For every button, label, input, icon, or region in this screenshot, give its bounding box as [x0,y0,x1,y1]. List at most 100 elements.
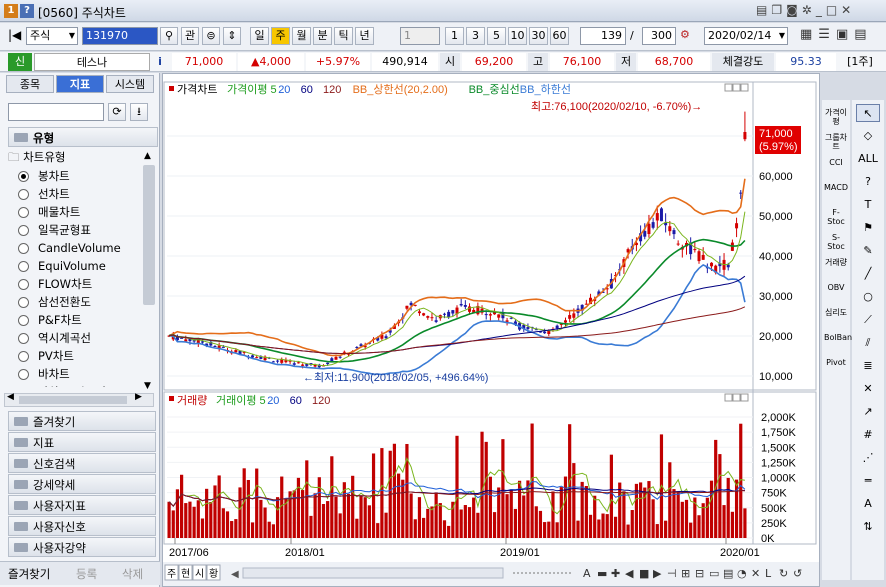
copy-icon[interactable]: ❐ [771,3,786,17]
indicator-group[interactable]: 강세약세 [8,474,156,494]
chart-tool-icon[interactable]: ▭ [709,567,719,580]
price-legend-item[interactable]: 가격차트 [177,83,217,96]
period-tab-5[interactable]: 년 [355,27,374,45]
download-icon[interactable]: ⭳ [130,103,148,121]
gear-icon[interactable]: ✲ [802,3,816,17]
radio-button[interactable] [18,261,29,272]
auto-icon[interactable]: A [856,495,880,513]
indicator-shortcut[interactable]: Pivot [824,358,848,367]
period-tab-2[interactable]: 월 [292,27,311,45]
chart-area[interactable]: 70,00060,00050,00040,00030,00020,00010,0… [162,73,820,587]
info-icon[interactable]: i [152,53,168,71]
radio-button[interactable] [18,369,29,380]
pencil-icon[interactable]: ✎ [856,242,880,260]
chart-tool-icon[interactable]: ▶ [653,567,662,580]
grid-icon[interactable]: # [856,426,880,444]
scroll-down-icon[interactable]: ▼ [144,381,151,391]
chart-tool-icon[interactable]: ▤ [723,567,733,580]
price-legend-item[interactable]: BB_중심선 [469,83,520,96]
close-icon[interactable]: ✕ [841,3,855,17]
circle-icon[interactable]: ○ [856,288,880,306]
period-tab-1[interactable]: 주 [271,27,290,45]
delete-button[interactable]: 삭제 [122,566,143,582]
radio-button[interactable] [18,279,29,290]
camera-icon[interactable]: ◙ [786,3,802,17]
quick-count-button[interactable]: 3 [466,27,485,45]
volume-panel-maximize-icon[interactable] [732,393,741,402]
chart-tool-icon[interactable]: ↻ [779,567,788,580]
scroll-left-icon[interactable]: ◀ [231,569,239,580]
price-legend-item[interactable]: BB_하한선 [520,82,571,96]
print-icon[interactable]: ▦ [800,27,818,42]
volume-panel-restore-icon[interactable] [724,393,733,402]
bottom-button-label[interactable]: 황 [209,568,218,580]
indicator-shortcut[interactable]: 가격이평 [824,108,848,126]
radio-button[interactable] [18,351,29,362]
chart-tool-icon[interactable]: L [765,567,772,580]
chart-tool-icon[interactable]: ⊟ [695,567,704,580]
volume-legend-item[interactable]: 120 [312,395,330,407]
help-icon[interactable]: ? [856,173,880,191]
clipboard-icon[interactable]: ▤ [756,3,771,17]
chart-tool-icon[interactable]: ⊣ [667,567,677,580]
first-icon[interactable]: |◀ [8,28,21,42]
chart-scrollbar[interactable] [242,567,504,579]
radio-button[interactable] [18,315,29,326]
volume-panel-close-icon[interactable] [740,393,749,402]
radio-button[interactable] [18,297,29,308]
settings-icon[interactable]: ⚙ [680,28,690,41]
price-panel-close-icon[interactable] [740,83,749,92]
horizontal-scrollbar[interactable]: ◀ ▶ [4,392,154,407]
tab-stocks[interactable]: 종목 [6,75,54,93]
scroll-up-icon[interactable]: ▲ [144,151,151,161]
register-button[interactable]: 등록 [76,566,97,582]
link-icon[interactable]: ⊜ [202,27,220,45]
chart-tool-icon[interactable]: ◔ [737,567,747,580]
quick-count-button[interactable]: 5 [487,27,506,45]
bottom-button-label[interactable]: 주 [167,569,176,580]
all-icon[interactable]: ALL [856,150,880,168]
indicator-shortcut[interactable]: BolBand [824,333,857,342]
volume-legend-item[interactable]: 거래이평 5 [216,394,266,407]
indicator-group[interactable]: 사용자신호 [8,516,156,536]
scroll-icon[interactable]: ⇅ [856,518,880,536]
price-legend-item[interactable]: 120 [323,84,341,96]
hline-icon[interactable]: ═ [856,472,880,490]
scroll-right-icon[interactable]: ▶ [135,392,142,402]
fib-icon[interactable]: ≣ [856,357,880,375]
price-panel-restore-icon[interactable] [724,83,733,92]
scroll-left-icon[interactable]: ◀ [7,392,14,402]
market-select[interactable]: 주식 ▼ [26,27,78,45]
indicator-shortcut[interactable]: MACD [824,183,848,192]
indicator-group[interactable]: 즐겨찾기 [8,411,156,431]
save-icon[interactable]: ▣ [836,27,854,42]
quick-count-button[interactable]: 10 [508,27,527,45]
line-icon[interactable]: ╱ [856,265,880,283]
volume-legend-item[interactable]: 60 [290,395,302,407]
indicator-shortcut[interactable]: F-Stoc [824,208,848,226]
radio-button[interactable] [18,333,29,344]
chart-tool-icon[interactable]: A [583,567,591,580]
radio-button[interactable] [18,171,29,182]
eraser-icon[interactable]: ◇ [856,127,880,145]
radio-button[interactable] [18,207,29,218]
indicator-group[interactable]: 사용자지표 [8,495,156,515]
radio-button[interactable] [18,225,29,236]
export-icon[interactable]: ▤ [854,27,872,42]
chart-tool-icon[interactable]: ✚ [611,567,620,580]
search-input[interactable] [8,103,104,121]
group-type[interactable]: 유형 [8,127,158,147]
maximize-icon[interactable]: □ [826,3,841,17]
indicator-shortcut[interactable]: S-Stoc [824,233,848,251]
cursor-icon[interactable]: ↖ [856,104,880,122]
fan-icon[interactable]: ⋰ [856,449,880,467]
indicator-shortcut[interactable]: CCI [824,158,848,167]
period-tab-3[interactable]: 분 [313,27,332,45]
period-tab-4[interactable]: 틱 [334,27,353,45]
code-input[interactable]: 131970 [82,27,158,45]
help-badge[interactable]: ? [20,4,34,18]
search-icon[interactable]: ⚲ [160,27,178,45]
chart-tool-icon[interactable]: ✕ [751,567,760,580]
text-icon[interactable]: T [856,196,880,214]
minimize-icon[interactable]: _ [816,3,826,17]
